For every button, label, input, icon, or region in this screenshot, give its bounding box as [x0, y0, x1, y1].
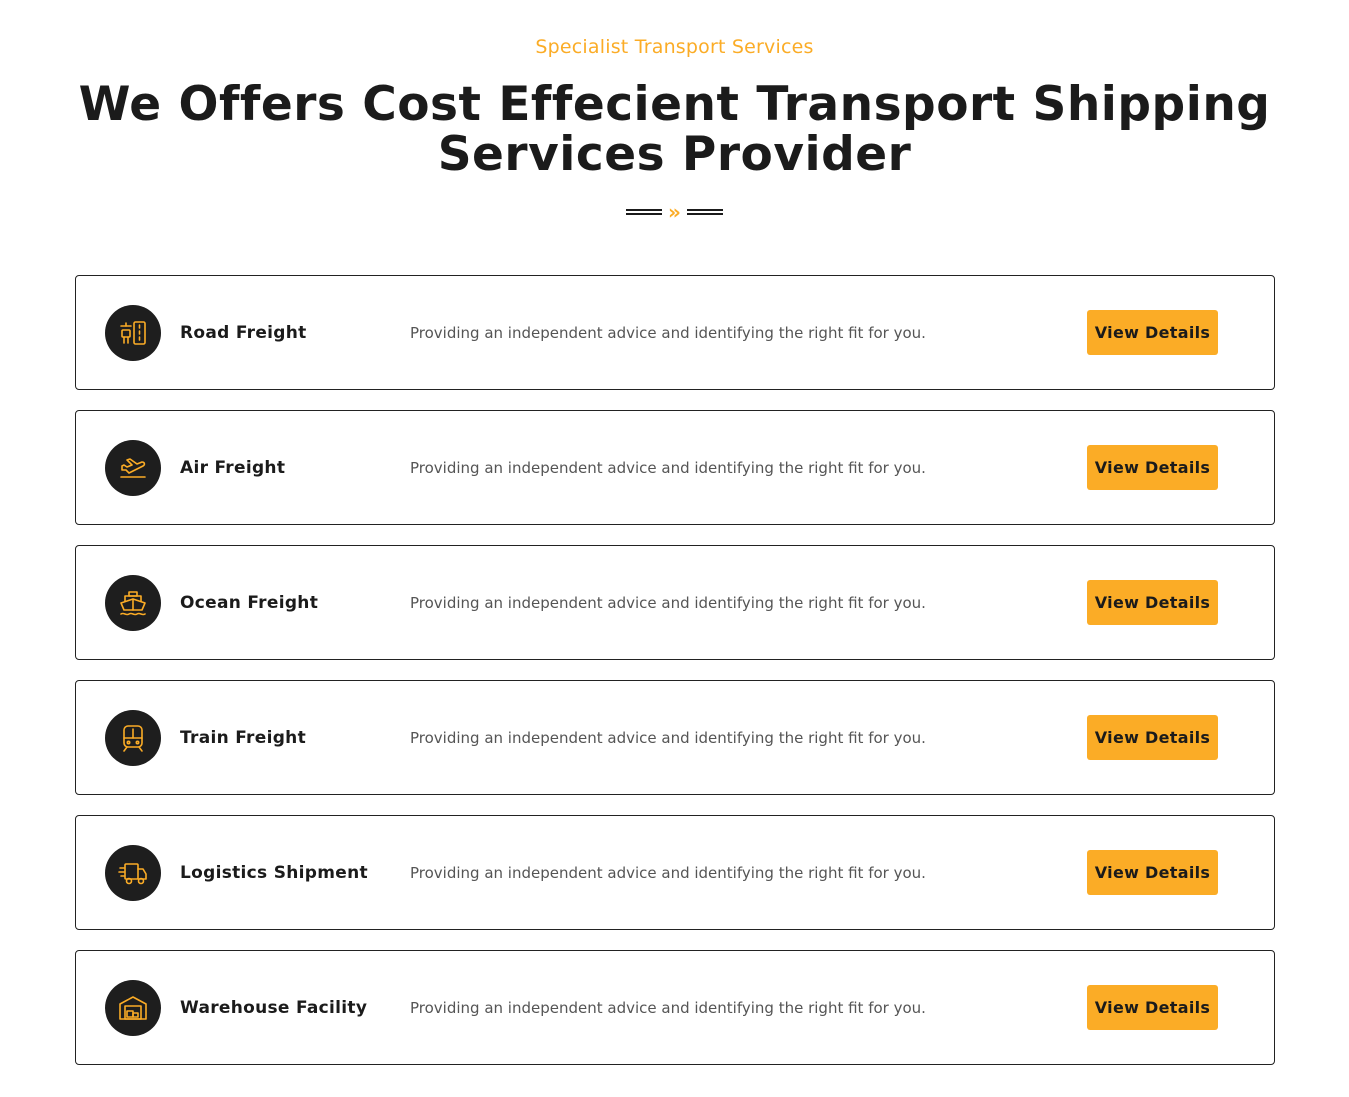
service-title: Ocean Freight — [180, 592, 319, 613]
service-row-air-freight: Air Freight Providing an independent adv… — [75, 410, 1275, 525]
service-row-logistics-shipment: Logistics Shipment Providing an independ… — [75, 815, 1275, 930]
service-title: Road Freight — [180, 322, 307, 343]
warehouse-icon — [105, 979, 161, 1036]
service-description: Providing an independent advice and iden… — [410, 998, 926, 1017]
delivery-truck-icon — [105, 844, 161, 901]
section-title: We Offers Cost Effecient Transport Shipp… — [78, 77, 1271, 182]
train-icon — [105, 709, 161, 766]
title-divider: » — [0, 200, 1349, 224]
view-details-button[interactable]: View Details — [1087, 985, 1218, 1030]
service-title: Train Freight — [180, 727, 306, 748]
service-description: Providing an independent advice and iden… — [410, 323, 926, 342]
service-description: Providing an independent advice and iden… — [410, 593, 926, 612]
view-details-button[interactable]: View Details — [1087, 445, 1218, 490]
service-title: Logistics Shipment — [180, 862, 368, 883]
view-details-button[interactable]: View Details — [1087, 310, 1218, 355]
service-title: Warehouse Facility — [180, 997, 368, 1018]
services-list: Road Freight Providing an independent ad… — [75, 275, 1275, 1085]
road-freight-icon — [105, 304, 161, 361]
divider-line-left — [626, 209, 663, 215]
divider-line-right — [686, 209, 723, 215]
section-eyebrow: Specialist Transport Services — [535, 36, 814, 58]
section-header: Specialist Transport Services We Offers … — [0, 0, 1349, 224]
service-row-road-freight: Road Freight Providing an independent ad… — [75, 275, 1275, 390]
view-details-button[interactable]: View Details — [1087, 580, 1218, 625]
service-description: Providing an independent advice and iden… — [410, 728, 926, 747]
ship-icon — [105, 574, 161, 631]
service-row-train-freight: Train Freight Providing an independent a… — [75, 680, 1275, 795]
service-description: Providing an independent advice and iden… — [410, 458, 926, 477]
service-title: Air Freight — [180, 457, 286, 478]
airplane-icon — [105, 439, 161, 496]
view-details-button[interactable]: View Details — [1087, 715, 1218, 760]
double-chevron-icon: » — [668, 200, 681, 224]
service-row-warehouse-facility: Warehouse Facility Providing an independ… — [75, 950, 1275, 1065]
view-details-button[interactable]: View Details — [1087, 850, 1218, 895]
service-description: Providing an independent advice and iden… — [410, 863, 926, 882]
service-row-ocean-freight: Ocean Freight Providing an independent a… — [75, 545, 1275, 660]
